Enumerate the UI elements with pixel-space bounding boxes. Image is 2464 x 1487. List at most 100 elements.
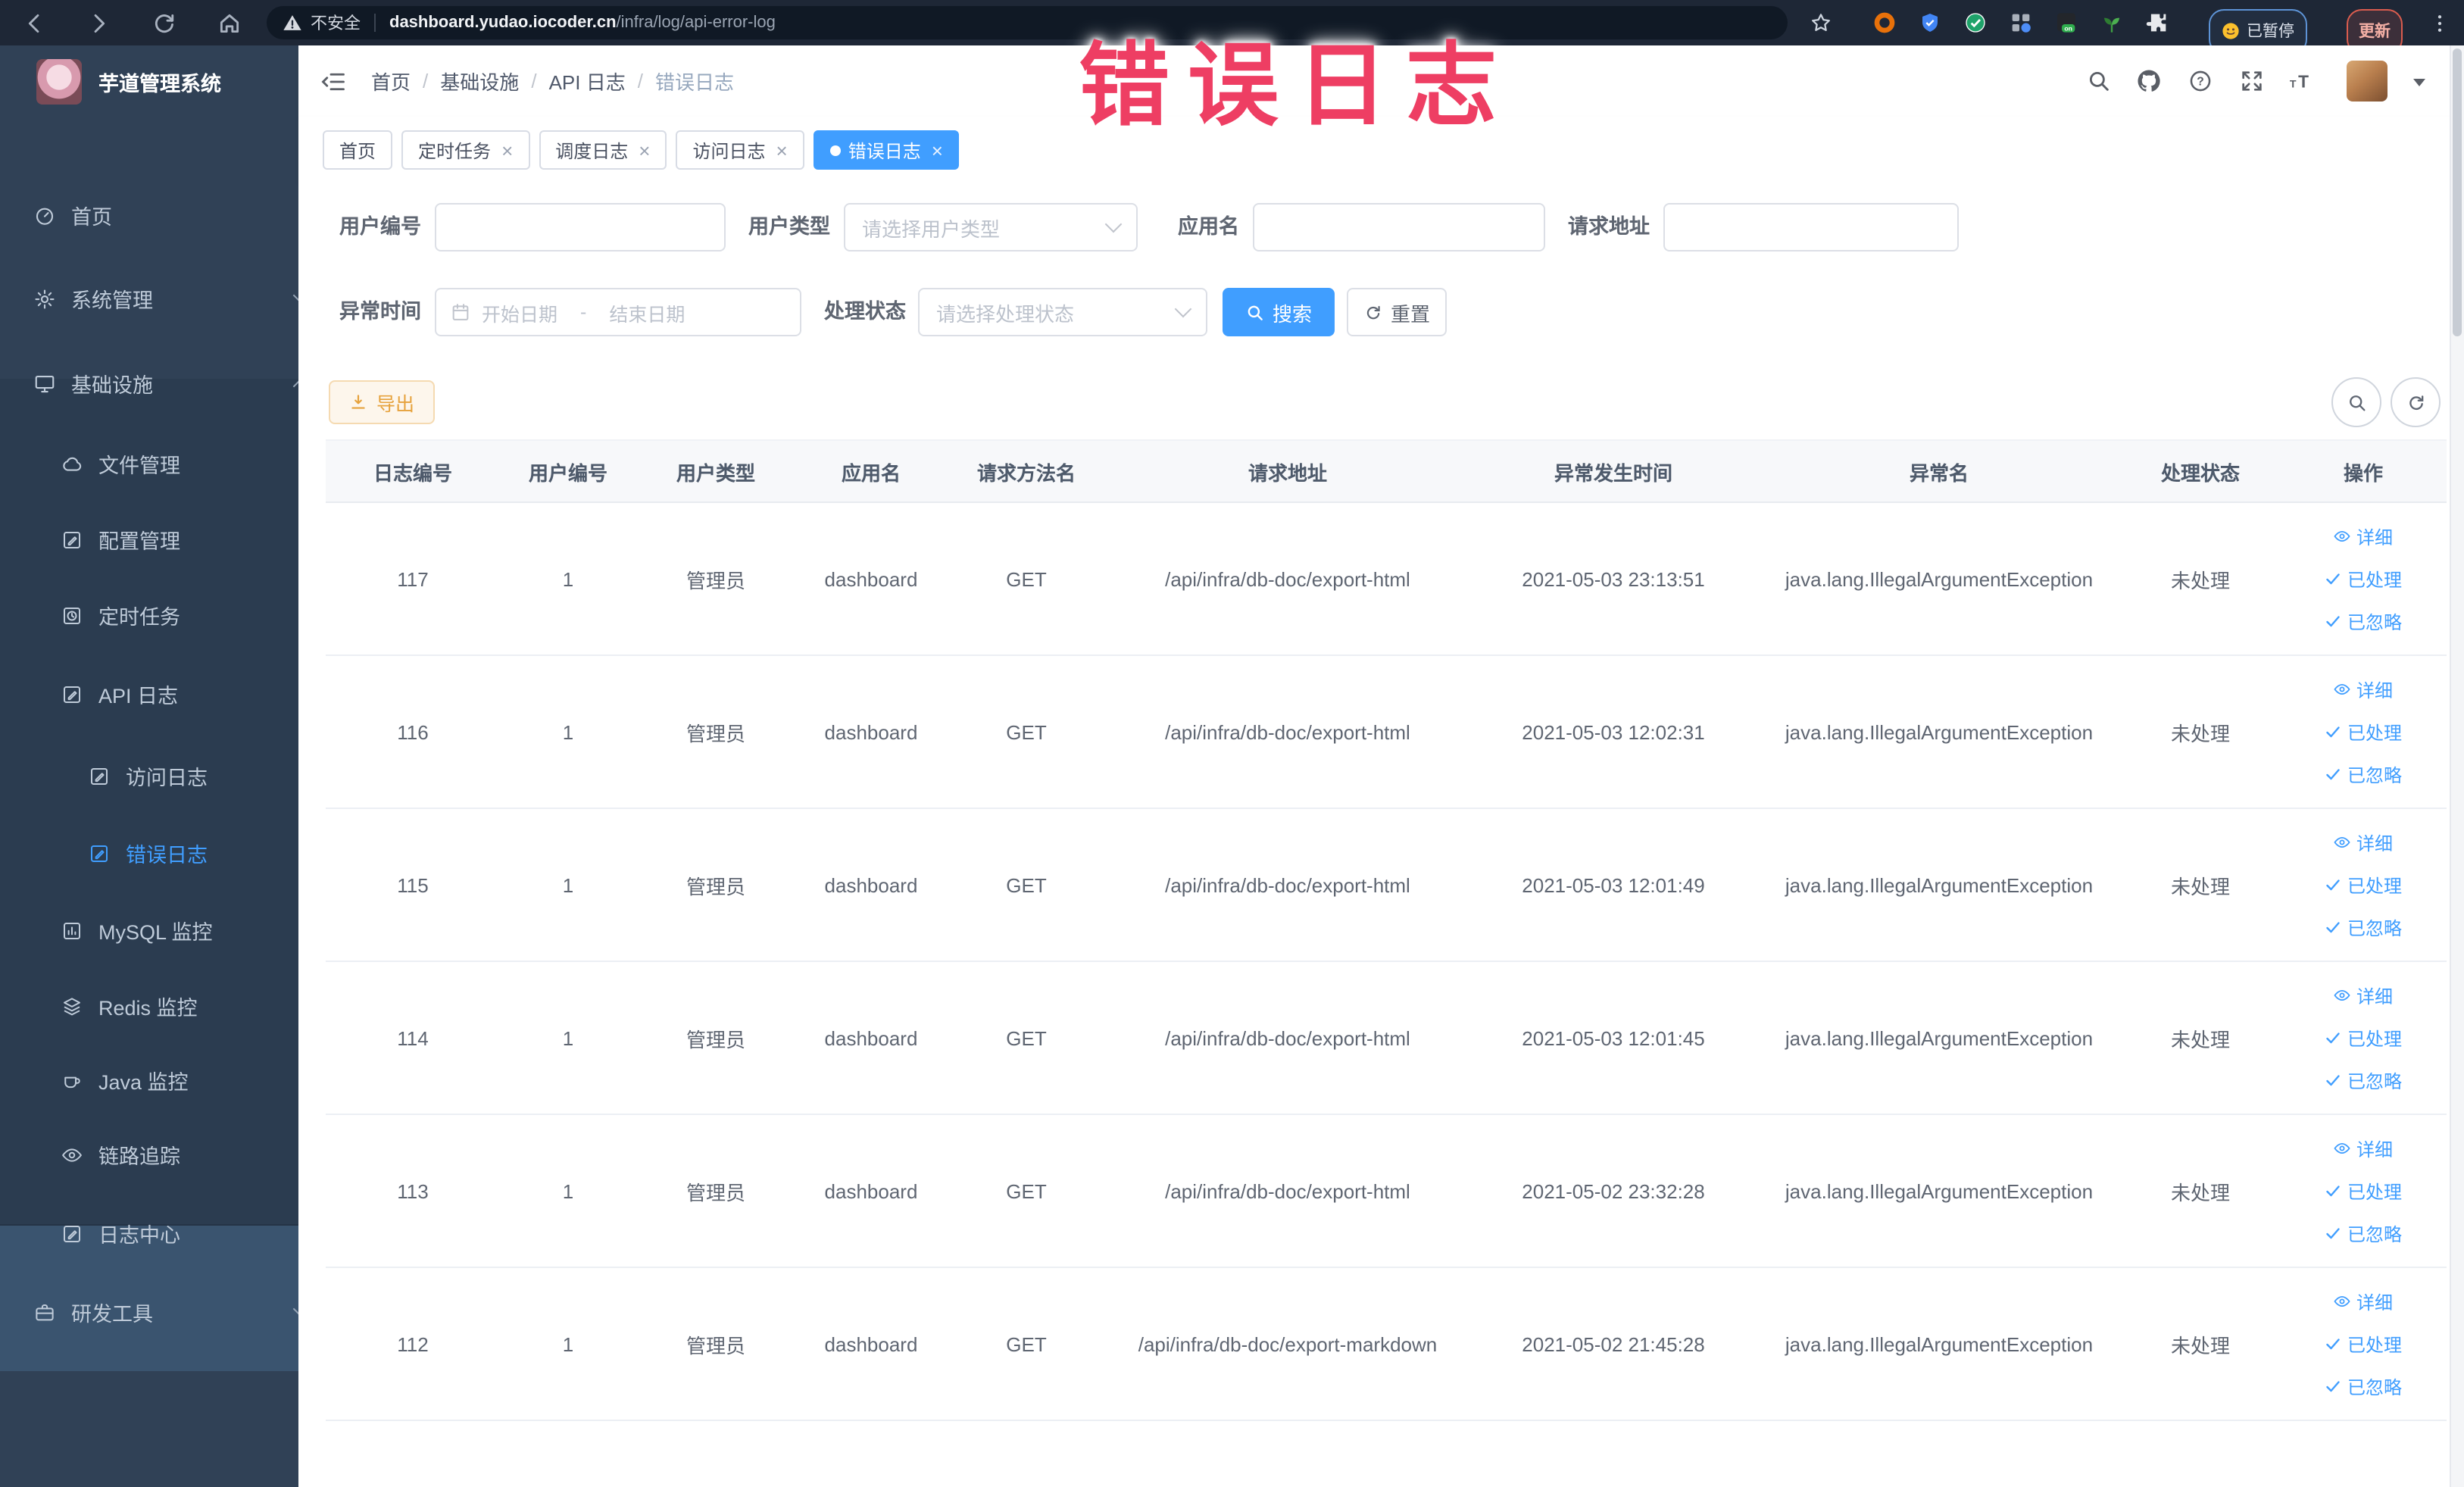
plant-extension-icon[interactable] — [2100, 11, 2124, 35]
puzzle-extension-icon[interactable] — [2145, 11, 2169, 35]
export-button[interactable]: 导出 — [329, 380, 435, 424]
apps-grid-extension-icon[interactable] — [2009, 11, 2033, 35]
sidebar-item-config-manage[interactable]: 配置管理 — [0, 506, 298, 573]
dashboard-icon — [33, 204, 56, 226]
edit-square-icon — [61, 528, 83, 551]
screen: 不安全 dashboard.yudao.iocoder.cn/infra/log… — [0, 0, 2464, 1487]
chevron-down-icon — [1174, 300, 1192, 318]
tab-home[interactable]: 首页 — [323, 130, 393, 170]
status-badge: 未处理 — [2170, 722, 2230, 745]
green-check-extension-icon[interactable] — [1963, 11, 1988, 35]
processed-link[interactable]: 已处理 — [2325, 719, 2402, 745]
back-icon[interactable] — [21, 10, 47, 36]
user-id-input[interactable] — [435, 203, 726, 251]
app-logo[interactable]: 芋道管理系统 — [36, 59, 221, 105]
user-avatar[interactable] — [2347, 61, 2387, 102]
detail-link[interactable]: 详细 — [2334, 829, 2393, 855]
ignored-link[interactable]: 已忽略 — [2325, 1373, 2402, 1399]
sidebar-item-java-monitor[interactable]: Java 监控 — [0, 1047, 298, 1114]
main-area: 首页 / 基础设施 / API 日志 / 错误日志 ? TT 首页 定时任务 × … — [298, 45, 2464, 1487]
detail-link[interactable]: 详细 — [2334, 1289, 2393, 1314]
sidebar-item-dev-tools[interactable]: 研发工具 — [0, 1279, 298, 1345]
detail-link[interactable]: 详细 — [2334, 982, 2393, 1008]
app-title: 芋道管理系统 — [98, 73, 221, 95]
ignored-link[interactable]: 已忽略 — [2325, 1220, 2402, 1246]
tab-schedule-log[interactable]: 调度日志 × — [539, 130, 667, 170]
sidebar-item-mysql-monitor[interactable]: MySQL 监控 — [0, 897, 298, 964]
sidebar-item-file-manage[interactable]: 文件管理 — [0, 430, 298, 497]
breadcrumb-api-log[interactable]: API 日志 — [549, 67, 626, 95]
edit-square-icon — [61, 683, 83, 705]
font-size-icon[interactable]: TT — [2288, 68, 2313, 94]
avatar-caret-down-icon[interactable] — [2413, 79, 2425, 86]
scrollbar-thumb[interactable] — [2452, 48, 2461, 336]
sidebar-fold-icon[interactable] — [320, 68, 347, 95]
sidebar-item-home[interactable]: 首页 — [0, 182, 298, 248]
gear-icon — [33, 287, 56, 310]
bookmark-star-icon[interactable] — [1809, 0, 1833, 45]
ignored-link[interactable]: 已忽略 — [2325, 608, 2402, 634]
process-status-select[interactable]: 请选择处理状态 — [918, 288, 1207, 336]
home-icon[interactable] — [217, 10, 242, 36]
detail-link[interactable]: 详细 — [2334, 523, 2393, 549]
github-icon[interactable] — [2136, 68, 2162, 94]
chevron-down-icon — [292, 1300, 298, 1318]
close-icon[interactable]: × — [639, 140, 650, 160]
app-name-input[interactable] — [1253, 203, 1545, 251]
browser-menu-icon[interactable] — [2428, 0, 2451, 45]
sidebar-item-api-log[interactable]: API 日志 — [0, 661, 298, 727]
sidebar-item-access-log[interactable]: 访问日志 — [0, 742, 298, 809]
page-content: 用户编号 用户类型 请选择用户类型 应用名 请求地址 异常时间 开始日期 - 结… — [298, 182, 2464, 1487]
breadcrumb-infra[interactable]: 基础设施 — [440, 67, 519, 95]
breadcrumb-home[interactable]: 首页 — [371, 67, 411, 95]
tag-list: 首页 定时任务 × 调度日志 × 访问日志 × 错误日志 × — [323, 130, 960, 170]
search-button[interactable]: 搜索 — [1223, 288, 1335, 336]
user-type-select[interactable]: 请选择用户类型 — [844, 203, 1138, 251]
chevron-up-icon — [292, 377, 298, 395]
tab-scheduled-jobs[interactable]: 定时任务 × — [401, 130, 530, 170]
processed-link[interactable]: 已处理 — [2325, 566, 2402, 592]
processed-link[interactable]: 已处理 — [2325, 1025, 2402, 1051]
shield-extension-icon[interactable] — [1918, 11, 1942, 35]
help-icon[interactable]: ? — [2188, 68, 2213, 94]
sidebar-item-log-center[interactable]: 日志中心 — [0, 1200, 298, 1267]
ignored-link[interactable]: 已忽略 — [2325, 914, 2402, 940]
detail-link[interactable]: 详细 — [2334, 1136, 2393, 1161]
close-icon[interactable]: × — [776, 140, 788, 160]
sidebar-item-redis-monitor[interactable]: Redis 监控 — [0, 973, 298, 1039]
sidebar-item-system[interactable]: 系统管理 — [0, 265, 298, 332]
clock-square-icon — [61, 604, 83, 626]
fullscreen-icon[interactable] — [2239, 68, 2265, 94]
forward-icon[interactable] — [86, 10, 112, 36]
refresh-table-button[interactable] — [2391, 377, 2441, 427]
sidebar-item-infra[interactable]: 基础设施 — [0, 350, 298, 417]
processed-link[interactable]: 已处理 — [2325, 1178, 2402, 1204]
orange-ring-extension-icon[interactable] — [1872, 11, 1897, 35]
processed-link[interactable]: 已处理 — [2325, 1331, 2402, 1357]
search-icon[interactable] — [2086, 68, 2112, 94]
process-status-label: 处理状态 — [824, 300, 906, 323]
processed-link[interactable]: 已处理 — [2325, 872, 2402, 898]
ignored-link[interactable]: 已忽略 — [2325, 1067, 2402, 1093]
request-url-label: 请求地址 — [1568, 215, 1650, 238]
sidebar-item-scheduled-jobs[interactable]: 定时任务 — [0, 582, 298, 648]
cloud-icon — [61, 452, 83, 475]
tab-access-log[interactable]: 访问日志 × — [676, 130, 804, 170]
on-switch-extension-icon[interactable]: on — [2054, 11, 2078, 35]
page-scrollbar[interactable] — [2449, 45, 2464, 1487]
close-icon[interactable]: × — [501, 140, 513, 160]
annotation-overlay: 错误日志 — [1079, 35, 1515, 136]
close-icon[interactable]: × — [932, 140, 943, 160]
reload-icon[interactable] — [151, 10, 177, 36]
breadcrumb-separator: / — [531, 70, 537, 92]
request-url-input[interactable] — [1663, 203, 1959, 251]
reset-button[interactable]: 重置 — [1347, 288, 1447, 336]
exception-time-range-picker[interactable]: 开始日期 - 结束日期 — [435, 288, 801, 336]
detail-link[interactable]: 详细 — [2334, 676, 2393, 702]
address-bar[interactable]: 不安全 dashboard.yudao.iocoder.cn/infra/log… — [267, 6, 1788, 39]
ignored-link[interactable]: 已忽略 — [2325, 761, 2402, 787]
toggle-search-button[interactable] — [2331, 377, 2381, 427]
tab-error-log[interactable]: 错误日志 × — [813, 130, 960, 170]
sidebar-item-error-log[interactable]: 错误日志 — [0, 820, 298, 886]
sidebar-item-tracing[interactable]: 链路追踪 — [0, 1121, 298, 1188]
